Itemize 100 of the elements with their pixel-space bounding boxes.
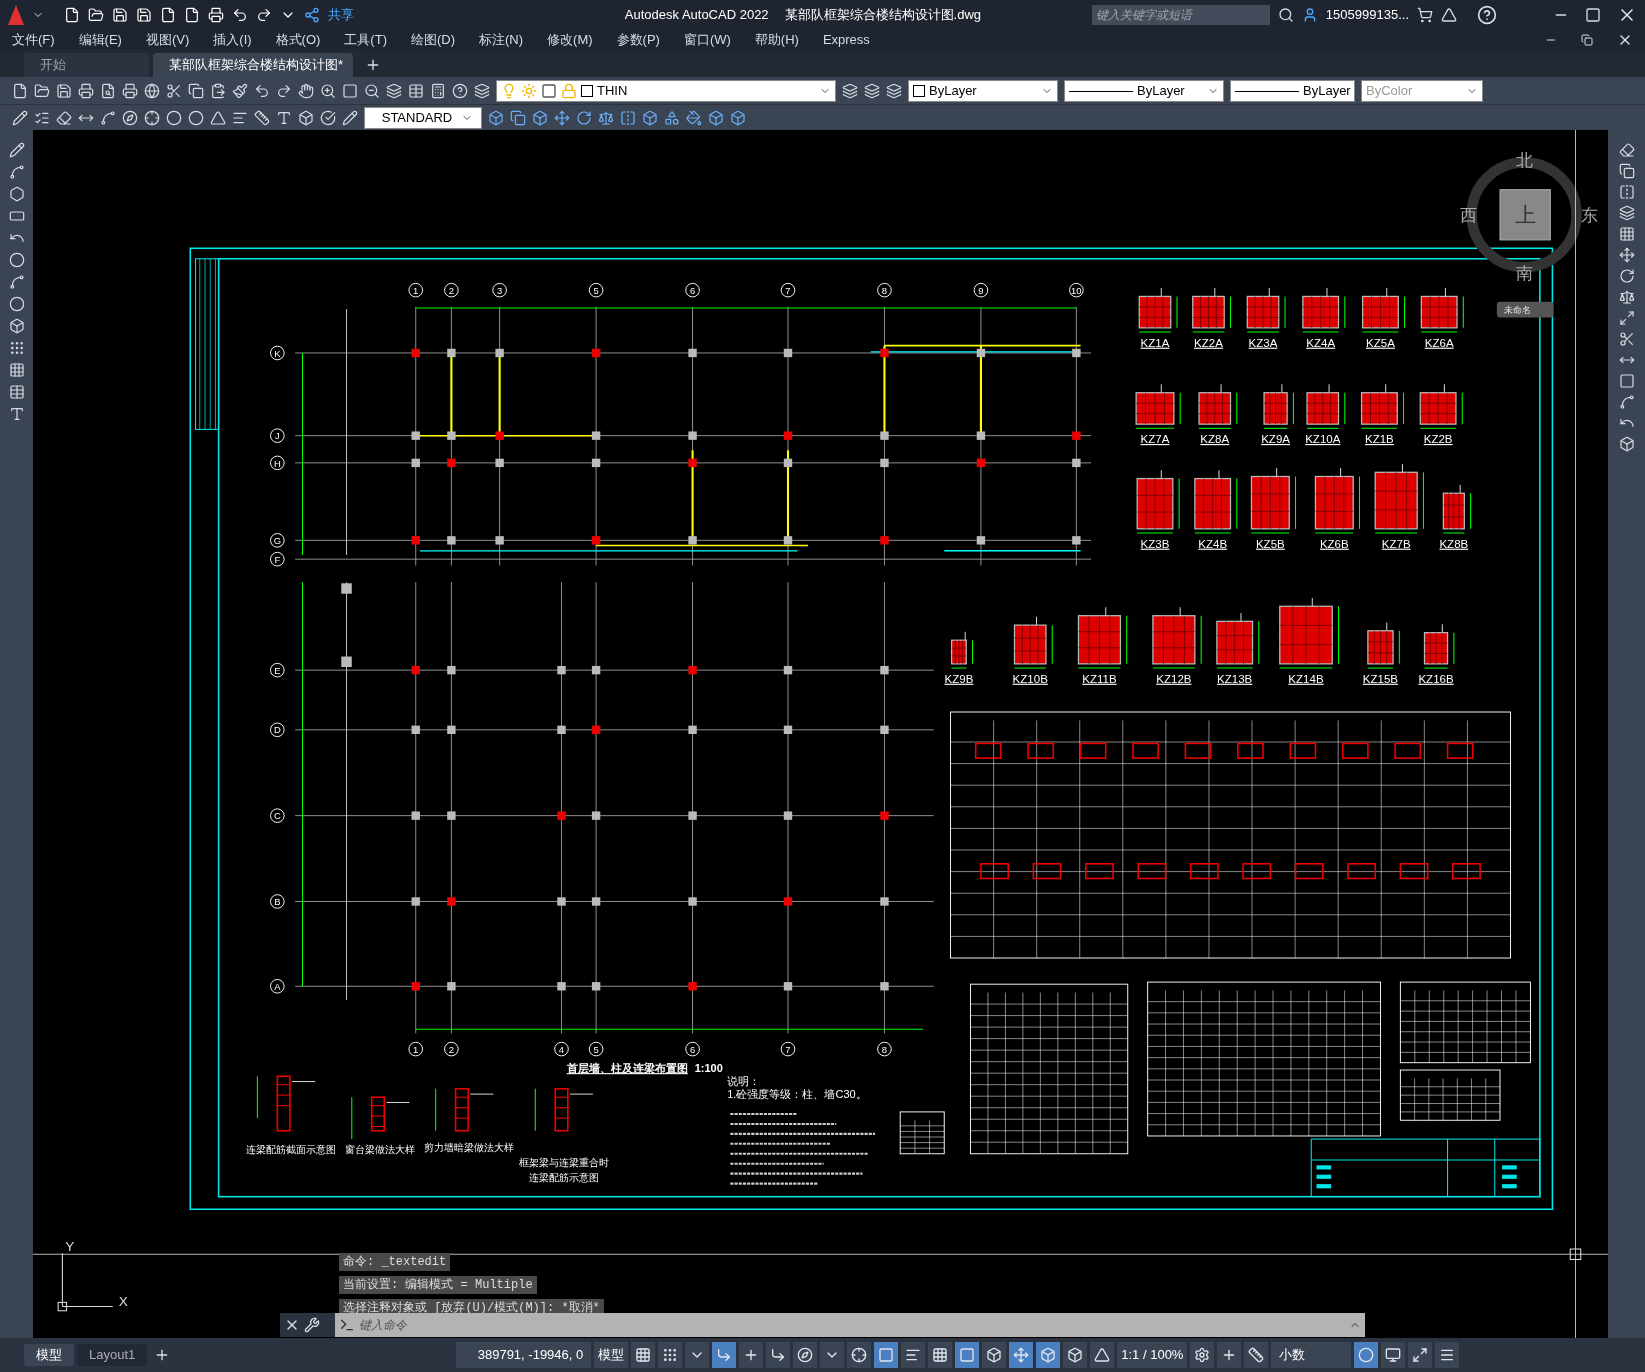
compass-south: 南 (1515, 263, 1533, 283)
column-label: KZ8B (1439, 537, 1469, 550)
column-label: KZ12B (1156, 672, 1192, 685)
note-text: 1.砼强度等级：柱、墙C30。 (727, 1088, 867, 1101)
axis-bubble: 6 (685, 282, 700, 298)
menu-item[interactable]: 窗口(W) (683, 30, 731, 50)
axis-bubble: 7 (780, 282, 796, 298)
column-label: KZ9B (944, 672, 974, 685)
column-label: KZ1B (1365, 433, 1394, 445)
column-label: KZ11B (1082, 672, 1117, 685)
axis-bubble: 10 (1069, 282, 1084, 298)
column-label: KZ4B (1198, 537, 1228, 550)
column-label: KZ3B (1140, 537, 1170, 550)
axis-bubble: 8 (877, 282, 892, 298)
file-name: 某部队框架综合楼结构设计图.dwg (784, 6, 982, 25)
axis-bubble: 2 (444, 282, 459, 298)
note-text: 说明： (727, 1074, 761, 1087)
detail-title: 窗台梁做法大样 (345, 1143, 416, 1155)
share-button[interactable]: 共享 (328, 5, 354, 25)
plan-scale: 1:100 (694, 1062, 723, 1075)
text-style-dropdown[interactable]: STANDARD (364, 106, 482, 129)
column-label: KZ10B (1012, 672, 1048, 685)
axis-bubble: H (270, 455, 285, 471)
column-label: KZ2A (1194, 336, 1223, 349)
axis-bubble: 3 (492, 282, 507, 298)
axis-bubble: D (270, 722, 285, 738)
menu-item[interactable]: 插入(I) (213, 30, 252, 50)
menu-item[interactable]: 格式(O) (275, 30, 321, 50)
menu-item[interactable]: 工具(T) (344, 30, 387, 50)
axis-bubble: F (270, 551, 285, 567)
axis-bubble: 5 (588, 1041, 604, 1057)
column-label: KZ15B (1362, 672, 1399, 685)
menu-item[interactable]: 标注(N) (479, 30, 524, 50)
document-tab[interactable]: 某部队框架综合楼结构设计图* (153, 53, 353, 77)
annotation-scale-button[interactable]: 1:1 / 100% (1117, 1342, 1188, 1368)
compass-east: 东 (1580, 206, 1598, 226)
detail-title: 连梁配筋示意图 (528, 1172, 599, 1183)
coordinates-readout: 389791, -19946, 0 (456, 1342, 592, 1368)
axis-bubble: J (270, 428, 285, 443)
column-label: KZ3A (1248, 336, 1278, 349)
axis-bubble: G (270, 533, 285, 548)
compass-north: 北 (1515, 150, 1533, 170)
axis-bubble: 6 (685, 1041, 700, 1057)
column-label: KZ4A (1306, 336, 1336, 349)
wcs-menu[interactable]: 未命名 (1496, 301, 1554, 318)
axis-bubble: C (270, 808, 285, 823)
column-label: KZ2B (1423, 433, 1453, 445)
viewcube-top-label: 上 (1514, 203, 1536, 227)
column-label: KZ13B (1217, 672, 1253, 685)
column-label: KZ6B (1319, 537, 1349, 550)
detail-title: 框架梁与连梁重合时 (518, 1157, 609, 1169)
app-title: Autodesk AutoCAD 2022 (624, 6, 769, 25)
detail-title: 连梁配筋截面示意图 (245, 1143, 336, 1155)
column-label: KZ1A (1140, 336, 1170, 349)
column-label: KZ5A (1366, 336, 1395, 349)
layer-dropdown[interactable]: THIN (496, 80, 836, 102)
menu-item[interactable]: 视图(V) (145, 30, 190, 50)
axis-bubble: 8 (877, 1041, 892, 1057)
menu-item[interactable]: Express (822, 30, 870, 50)
menu-item[interactable]: 参数(P) (616, 30, 660, 50)
units-dropdown[interactable]: 小数 (1271, 1342, 1352, 1368)
axis-bubble: 2 (444, 1041, 459, 1057)
axis-bubble: A (270, 979, 285, 994)
column-label: KZ14B (1288, 672, 1324, 685)
menu-item[interactable]: 绘图(D) (410, 30, 455, 50)
detail-title: 剪力墙暗梁做法大样 (424, 1141, 515, 1153)
axis-bubble: 4 (554, 1041, 569, 1057)
menu-item[interactable]: 编辑(E) (78, 30, 122, 50)
column-label: KZ7A (1140, 433, 1170, 445)
dropdown-field[interactable]: ByLayer (1064, 80, 1224, 102)
axis-bubble: 1 (408, 282, 424, 298)
column-label: KZ10A (1305, 433, 1341, 445)
compass-west: 西 (1460, 206, 1478, 226)
menu-item[interactable]: 修改(M) (547, 30, 593, 50)
axis-bubble: 9 (973, 282, 989, 298)
ucs-y-label: Y (65, 1239, 75, 1255)
axis-bubble: 5 (588, 282, 604, 298)
layout-tab[interactable]: Layout1 (77, 1344, 148, 1366)
layout-tab[interactable]: 模型 (24, 1344, 74, 1366)
model-space-button[interactable]: 模型 (594, 1342, 629, 1368)
search-field[interactable]: 键入关键字或短语 (1091, 5, 1270, 25)
column-label: KZ6A (1424, 336, 1454, 349)
axis-bubble: B (270, 894, 285, 909)
axis-bubble: 7 (780, 1041, 796, 1057)
axis-bubble: E (270, 662, 285, 678)
column-label: KZ7B (1381, 537, 1411, 550)
menu-item[interactable]: 帮助(H) (754, 30, 799, 50)
axis-bubble: 1 (408, 1041, 424, 1057)
column-label: KZ5B (1255, 537, 1285, 550)
menu-item[interactable]: 文件(F) (12, 30, 55, 50)
column-label: KZ9A (1261, 433, 1290, 445)
column-label: KZ8A (1200, 433, 1230, 445)
dropdown-field[interactable]: ByLayer (908, 80, 1058, 102)
dropdown-field[interactable]: ByLayer (1230, 80, 1355, 102)
document-tab[interactable]: 开始 (24, 53, 149, 77)
plan-title: 首层墙、柱及连梁布置图 (566, 1062, 688, 1075)
user-name[interactable]: 1505999135... (1325, 5, 1409, 25)
column-label: KZ16B (1418, 672, 1454, 685)
axis-bubble: K (270, 345, 285, 361)
ucs-x-label: X (118, 1293, 128, 1309)
